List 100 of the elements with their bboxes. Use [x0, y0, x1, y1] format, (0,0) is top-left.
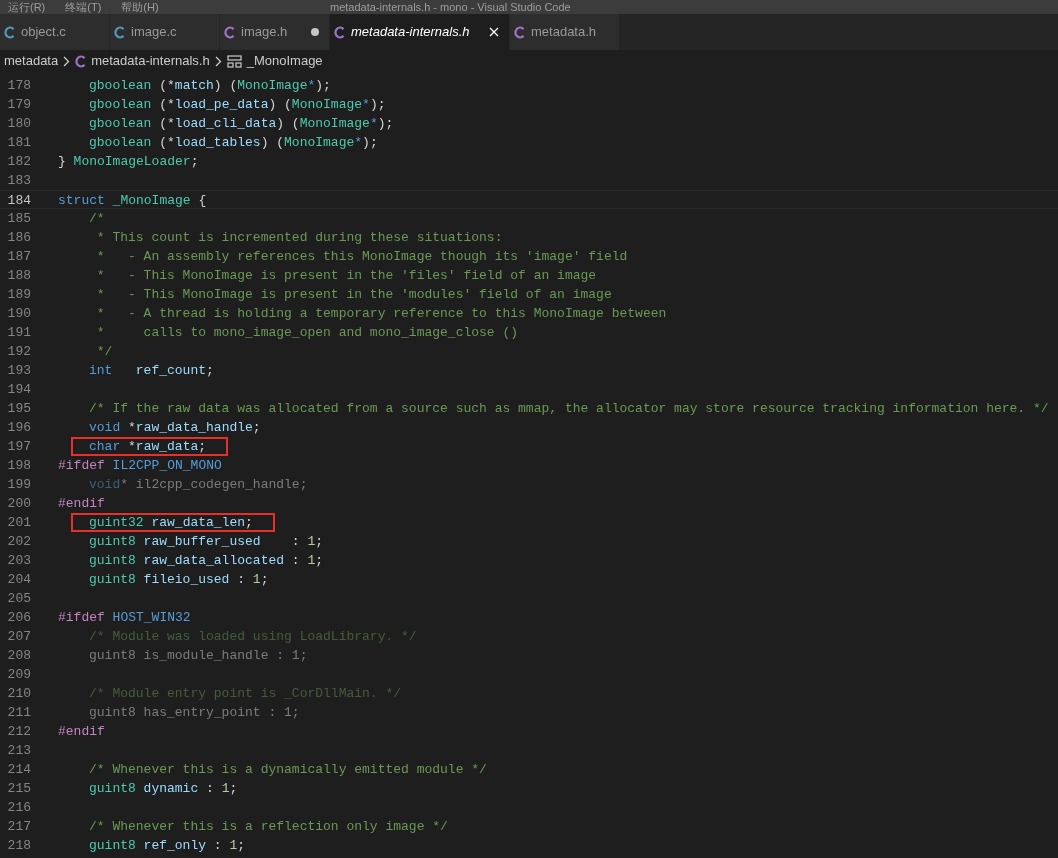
line-number: 196	[6, 419, 31, 437]
code-text: gboolean (*load_tables) (MonoImage*);	[88, 134, 379, 152]
code-text: guint8 has_entry_point : 1;	[88, 704, 301, 722]
line-number: 198	[6, 457, 31, 475]
editor-tab[interactable]: image.h	[220, 14, 330, 50]
line-number: 201	[6, 514, 31, 532]
tab-label: metadata-internals.h	[351, 23, 470, 42]
tab-label: image.c	[131, 23, 177, 42]
line-number: 187	[6, 248, 31, 266]
code-text: #endif	[57, 723, 106, 741]
code-text: /* Whenever this is a reflection only image */	[88, 818, 449, 836]
code-text: char *raw_data;	[71, 437, 229, 456]
line-number: 197	[6, 438, 31, 456]
code-text: #endif	[57, 495, 106, 513]
breadcrumb-item[interactable]: _MonoImage	[246, 51, 323, 71]
code-text: guint8 raw_buffer_used : 1;	[88, 533, 325, 551]
line-number: 185	[6, 210, 31, 228]
menu-item[interactable]: 帮助(H)	[121, 1, 159, 13]
line-number: 181	[6, 134, 31, 152]
code-text: /* Whenever this is a dynamically emitted module */	[88, 761, 488, 779]
c-letter-icon	[514, 25, 525, 39]
line-number: 212	[6, 723, 31, 741]
code-text: guint8 fileio_used : 1;	[88, 571, 270, 589]
line-number: 180	[6, 115, 31, 133]
c-letter-icon	[224, 25, 235, 39]
line-number: 216	[6, 799, 31, 817]
line-number: 204	[6, 571, 31, 589]
code-text: guint8 ref_only : 1;	[88, 837, 247, 855]
line-number: 202	[6, 533, 31, 551]
editor-tab[interactable]: object.c	[0, 14, 110, 50]
code-text: * This count is incremented during these situations:	[95, 229, 504, 247]
code-text: * - An assembly references this MonoImage though its 'image' field	[95, 248, 629, 266]
code-text: guint32 raw_data_len;	[71, 513, 275, 532]
chevron-right-icon	[63, 55, 71, 67]
line-number: 211	[6, 704, 31, 722]
code-text: } MonoImageLoader;	[57, 153, 200, 171]
editor-tab[interactable]: image.c	[110, 14, 220, 50]
tab-label: object.c	[21, 23, 66, 42]
code-text: gboolean (*load_cli_data) (MonoImage*);	[88, 115, 395, 133]
code-text: struct _MonoImage {	[57, 192, 208, 210]
code-text: * - This MonoImage is present in the 'files' field of an image	[95, 267, 598, 285]
line-number: 184	[6, 192, 31, 208]
code-text: guint8 dynamic : 1;	[88, 780, 239, 798]
code-text: * - This MonoImage is present in the 'modules' field of an image	[95, 286, 613, 304]
line-number: 195	[6, 400, 31, 418]
line-number: 194	[6, 381, 31, 399]
line-number: 190	[6, 305, 31, 323]
line-number: 207	[6, 628, 31, 646]
line-number: 205	[6, 590, 31, 608]
c-letter-icon	[4, 25, 15, 39]
line-number: 210	[6, 685, 31, 703]
code-text: #ifdef HOST_WIN32	[57, 609, 192, 627]
line-number: 214	[6, 761, 31, 779]
line-number: 209	[6, 666, 31, 684]
c-letter-icon	[75, 54, 87, 68]
code-text: #ifdef IL2CPP_ON_MONO	[57, 457, 223, 475]
line-number: 179	[6, 96, 31, 114]
editor-tab[interactable]: metadata.h	[510, 14, 620, 50]
line-number: 200	[6, 495, 31, 513]
code-text: guint8 is_module_handle : 1;	[88, 647, 309, 665]
line-number: 193	[6, 362, 31, 380]
line-number: 182	[6, 153, 31, 171]
line-number: 217	[6, 818, 31, 836]
line-number: 191	[6, 324, 31, 342]
code-text: gboolean (*load_pe_data) (MonoImage*);	[88, 96, 387, 114]
code-text: void *raw_data_handle;	[88, 419, 262, 437]
tab-label: image.h	[241, 23, 288, 42]
code-text: * calls to mono_image_open and mono_image_close ()	[95, 324, 520, 342]
line-number: 199	[6, 476, 31, 494]
window-title: metadata-internals.h - mono - Visual Studio Code	[330, 1, 571, 13]
editor-tab[interactable]: metadata-internals.h	[330, 14, 510, 50]
code-text: */	[95, 343, 114, 361]
line-number: 203	[6, 552, 31, 570]
breadcrumb-item[interactable]: metadata-internals.h	[91, 51, 210, 71]
chevron-right-icon	[214, 55, 222, 67]
code-text: /* If the raw data was allocated from a source such as mmap, the allocator may store resource tracking information here. */	[88, 400, 1050, 418]
menu-item[interactable]: 终端(T)	[65, 1, 102, 13]
menu-item[interactable]: 运行(R)	[8, 1, 46, 13]
code-text: void* il2cpp_codegen_handle;	[88, 476, 309, 494]
structure-icon	[226, 54, 242, 68]
line-number: 192	[6, 343, 31, 361]
breadcrumb-item[interactable]: metadata	[4, 51, 59, 71]
line-number: 213	[6, 742, 31, 760]
line-number: 215	[6, 780, 31, 798]
line-number: 218	[6, 837, 31, 855]
close-icon[interactable]	[489, 27, 499, 37]
c-letter-icon	[334, 25, 345, 39]
line-number: 206	[6, 609, 31, 627]
tab-label: metadata.h	[531, 23, 597, 42]
line-number: 188	[6, 267, 31, 285]
code-text: /* Module was loaded using LoadLibrary. */	[88, 628, 418, 646]
code-text: gboolean (*match) (MonoImage*);	[88, 77, 332, 95]
code-text: * - A thread is holding a temporary reference to this MonoImage between	[95, 305, 668, 323]
line-number: 189	[6, 286, 31, 304]
code-text: int ref_count;	[88, 362, 215, 380]
line-number: 208	[6, 647, 31, 665]
code-text: /*	[88, 210, 106, 228]
line-number: 186	[6, 229, 31, 247]
code-text: /* Module entry point is _CorDllMain. */	[88, 685, 403, 703]
line-number: 178	[6, 77, 31, 95]
